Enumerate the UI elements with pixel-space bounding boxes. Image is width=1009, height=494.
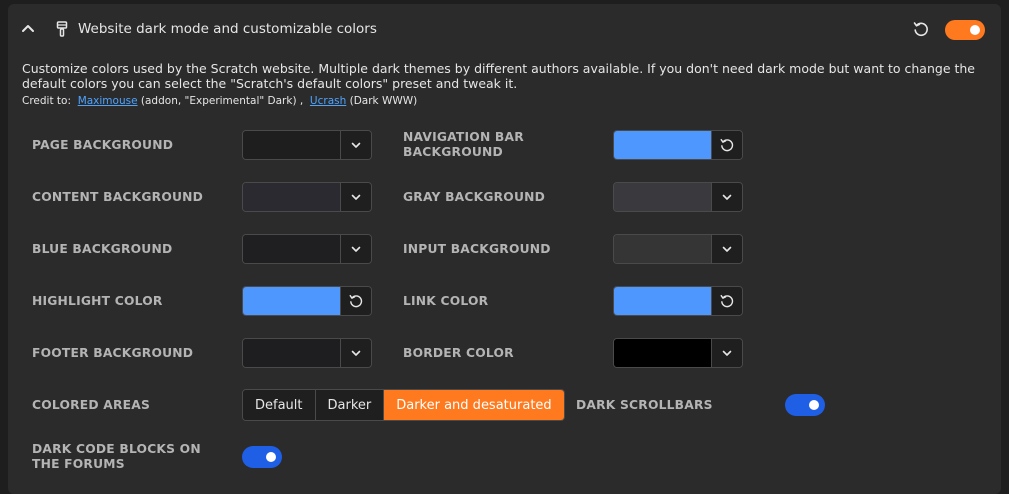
toggle-knob (266, 452, 276, 462)
color-swatch (243, 183, 341, 211)
color-swatch (243, 339, 341, 367)
option-default[interactable]: Default (243, 390, 316, 420)
option-darker[interactable]: Darker (315, 390, 385, 420)
colored-areas-label: COLORED AREAS (32, 398, 151, 412)
chevron-down-icon (722, 246, 732, 252)
link-color-label: LINK COLOR (403, 294, 489, 308)
reset-icon (349, 294, 363, 308)
content-background-label: CONTENT BACKGROUND (32, 190, 204, 204)
reset-icon[interactable] (912, 20, 930, 38)
dropdown-button[interactable] (711, 183, 742, 211)
toggle-knob (809, 400, 819, 410)
dropdown-button[interactable] (340, 339, 371, 367)
option-darker-desaturated[interactable]: Darker and desaturated (384, 390, 564, 420)
page-background-picker[interactable] (242, 130, 372, 160)
addon-description: Customize colors used by the Scratch web… (22, 61, 975, 91)
page-background-label: PAGE BACKGROUND (32, 138, 174, 152)
color-swatch (243, 235, 341, 263)
navbar-background-label: NAVIGATION BAR BACKGROUND (403, 130, 524, 159)
chevron-down-icon (351, 246, 361, 252)
reset-button[interactable] (711, 287, 742, 315)
credit-prefix: Credit to: (22, 95, 71, 107)
dark-code-blocks-label: DARK CODE BLOCKS ON THE FORUMS (32, 442, 201, 471)
addon-header: Website dark mode and customizable color… (8, 4, 1001, 54)
chevron-down-icon (722, 194, 732, 200)
paintbrush-icon (56, 21, 68, 37)
chevron-down-icon (351, 350, 361, 356)
color-swatch (243, 287, 341, 315)
credit-note-2: (Dark WWW) (349, 95, 418, 107)
color-swatch (614, 131, 712, 159)
border-color-picker[interactable] (613, 338, 743, 368)
color-swatch (614, 183, 712, 211)
content-background-picker[interactable] (242, 182, 372, 212)
dropdown-button[interactable] (711, 339, 742, 367)
highlight-color-label: HIGHLIGHT COLOR (32, 294, 163, 308)
dropdown-button[interactable] (711, 235, 742, 263)
toggle-knob (970, 25, 980, 35)
chevron-up-icon[interactable] (20, 20, 36, 36)
gray-background-picker[interactable] (613, 182, 743, 212)
credit-line: Credit to: Maximouse (addon, "Experiment… (22, 95, 417, 107)
footer-background-picker[interactable] (242, 338, 372, 368)
dropdown-button[interactable] (340, 235, 371, 263)
colored-areas-selector: Default Darker Darker and desaturated (242, 389, 565, 421)
input-background-picker[interactable] (613, 234, 743, 264)
gray-background-label: GRAY BACKGROUND (403, 190, 546, 204)
dropdown-button[interactable] (340, 131, 371, 159)
color-swatch (614, 287, 712, 315)
addon-title: Website dark mode and customizable color… (78, 21, 377, 37)
color-swatch (614, 235, 712, 263)
color-swatch (614, 339, 712, 367)
chevron-down-icon (351, 142, 361, 148)
reset-icon (720, 138, 734, 152)
addon-card: Website dark mode and customizable color… (8, 4, 1001, 494)
credit-link-ucrash[interactable]: Ucrash (310, 95, 346, 107)
dropdown-button[interactable] (340, 183, 371, 211)
reset-button[interactable] (711, 131, 742, 159)
link-color-picker[interactable] (613, 286, 743, 316)
blue-background-label: BLUE BACKGROUND (32, 242, 173, 256)
blue-background-picker[interactable] (242, 234, 372, 264)
credit-link-maximouse[interactable]: Maximouse (78, 95, 138, 107)
addon-enable-toggle[interactable] (945, 20, 985, 40)
input-background-label: INPUT BACKGROUND (403, 242, 551, 256)
reset-icon (720, 294, 734, 308)
dark-code-blocks-toggle[interactable] (242, 446, 282, 468)
color-swatch (243, 131, 341, 159)
border-color-label: BORDER COLOR (403, 346, 514, 360)
dark-scrollbars-label: DARK SCROLLBARS (576, 398, 713, 412)
footer-background-label: FOOTER BACKGROUND (32, 346, 194, 360)
reset-button[interactable] (340, 287, 371, 315)
navbar-background-picker[interactable] (613, 130, 743, 160)
chevron-down-icon (722, 350, 732, 356)
chevron-down-icon (351, 194, 361, 200)
dark-scrollbars-toggle[interactable] (785, 394, 825, 416)
highlight-color-picker[interactable] (242, 286, 372, 316)
credit-note-1: (addon, "Experimental" Dark) , (140, 95, 304, 107)
